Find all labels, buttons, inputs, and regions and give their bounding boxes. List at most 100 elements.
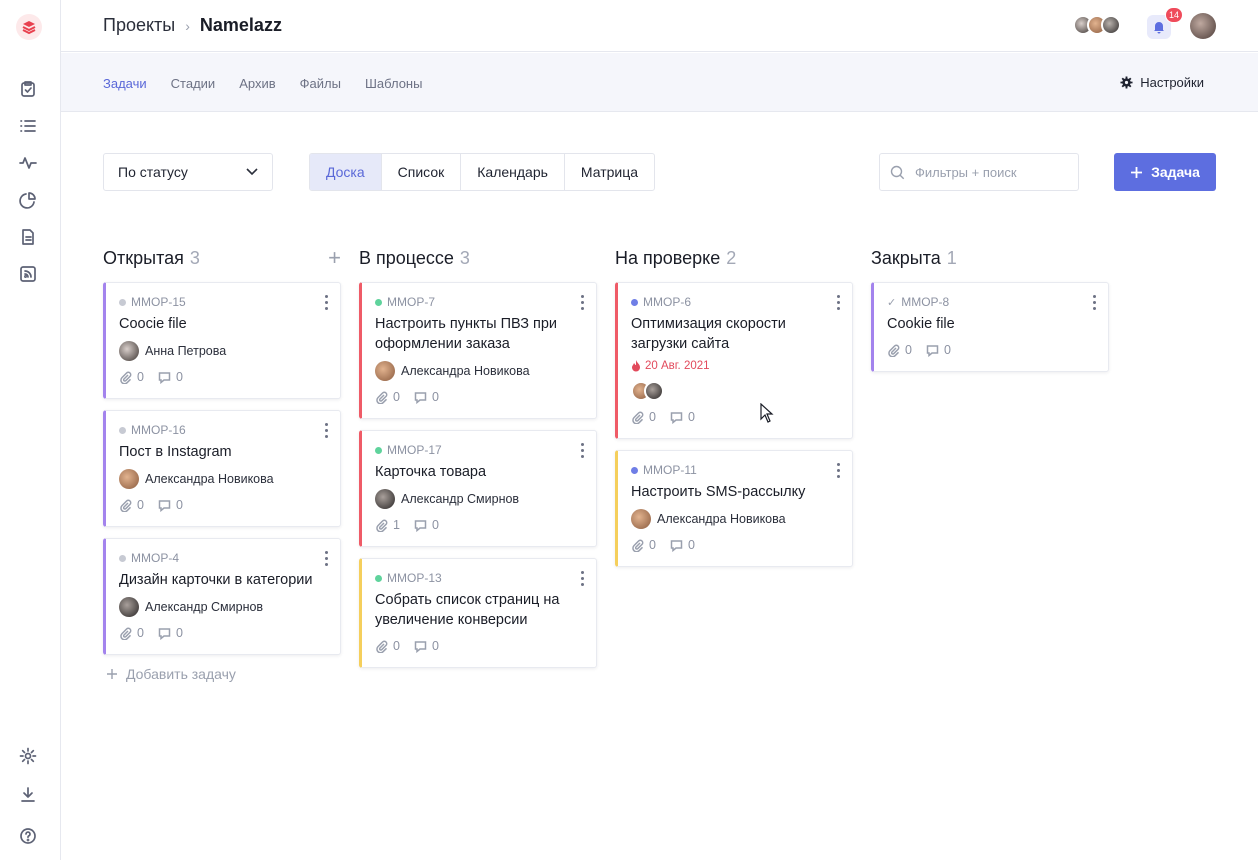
tab-4[interactable]: Шаблоны xyxy=(365,76,423,91)
status-dot xyxy=(119,298,126,306)
task-card[interactable]: MMOP-4 Дизайн карточки в категории Алексан… xyxy=(103,538,341,655)
card-menu-icon[interactable] xyxy=(325,423,329,438)
group-by-select[interactable]: По статусу xyxy=(103,153,273,191)
activity-icon[interactable] xyxy=(18,153,38,173)
attachments-value: 0 xyxy=(393,639,400,653)
task-id-text: MMOP-8 xyxy=(901,295,950,309)
task-title: Cookie file xyxy=(887,316,955,332)
paperclip-icon xyxy=(376,640,388,653)
column-header: На проверке 2 xyxy=(615,247,853,269)
paperclip-icon xyxy=(120,627,132,640)
pie-chart-icon[interactable] xyxy=(18,190,38,210)
task-card[interactable]: MMOP-11 Настроить SMS-рассылку Александра … xyxy=(615,450,853,567)
card-menu-icon[interactable] xyxy=(581,571,585,586)
status-dot xyxy=(119,554,126,562)
project-subnav: Задачи Стадии Архив Файлы Шаблоны Настройки xyxy=(61,53,1258,112)
avatar xyxy=(1101,15,1121,35)
attachments-count: 0 xyxy=(119,370,144,384)
task-title: Пост в Instagram xyxy=(119,444,232,460)
attachments-count: 0 xyxy=(119,626,144,640)
board-column: На проверке 2 MMOP-6 Оптимизация скорости з… xyxy=(615,247,853,578)
attachments-count: 0 xyxy=(887,343,912,357)
task-id: MMOP-15 xyxy=(119,295,326,309)
comments-value: 0 xyxy=(175,626,183,640)
app-logo[interactable] xyxy=(16,14,42,40)
gear-icon[interactable] xyxy=(18,746,38,766)
attachments-value: 0 xyxy=(905,343,912,357)
task-card[interactable]: MMOP-6 Оптимизация скорости загрузки сайт… xyxy=(615,282,853,439)
task-card[interactable]: MMOP-13 Собрать список страниц на увеличе… xyxy=(359,558,597,668)
paperclip-icon xyxy=(376,519,388,532)
add-task-link[interactable]: Добавить задачу xyxy=(103,666,341,682)
view-tab-1[interactable]: Список xyxy=(382,154,462,190)
comment-icon xyxy=(158,371,171,384)
task-card[interactable]: MMOP-16 Пост в Instagram Александра Новико… xyxy=(103,410,341,527)
card-menu-icon[interactable] xyxy=(1093,295,1097,310)
task-card[interactable]: MMOP-15 Coocie file Анна Петрова 0 0 xyxy=(103,282,341,399)
attachments-value: 0 xyxy=(137,370,144,384)
add-task-text: Добавить задачу xyxy=(126,666,236,682)
comment-icon xyxy=(414,391,427,404)
tab-2[interactable]: Архив xyxy=(239,76,275,91)
search-input[interactable] xyxy=(915,164,1065,180)
card-menu-icon[interactable] xyxy=(837,295,841,310)
rss-icon[interactable] xyxy=(18,264,38,284)
task-id: MMOP-4 xyxy=(119,551,326,565)
attachments-count: 0 xyxy=(375,390,400,404)
assignee: Александра Новикова xyxy=(119,469,326,489)
comment-icon xyxy=(926,344,939,357)
view-tab-3[interactable]: Матрица xyxy=(565,154,654,190)
comments-value: 0 xyxy=(431,518,439,532)
task-card[interactable]: ✓ MMOP-8 Cookie file 0 0 xyxy=(871,282,1109,372)
comment-icon xyxy=(414,640,427,653)
task-card[interactable]: MMOP-17 Карточка товара Александр Смирнов 1… xyxy=(359,430,597,547)
breadcrumb-projects-link[interactable]: Проекты xyxy=(103,15,175,36)
card-menu-icon[interactable] xyxy=(581,295,585,310)
comments-count: 0 xyxy=(414,390,439,404)
column-header: Открытая 3 + xyxy=(103,245,341,271)
column-count: 2 xyxy=(726,247,737,268)
avatar xyxy=(375,489,395,509)
card-menu-icon[interactable] xyxy=(837,463,841,478)
task-title: Оптимизация скорости загрузки сайта xyxy=(631,316,786,352)
add-card-plus-icon[interactable]: + xyxy=(328,245,341,271)
logo-icon xyxy=(22,21,36,35)
attachments-value: 0 xyxy=(649,538,656,552)
tab-1[interactable]: Стадии xyxy=(171,76,216,91)
project-tabs: Задачи Стадии Архив Файлы Шаблоны xyxy=(103,76,422,91)
download-icon[interactable] xyxy=(18,785,38,805)
assignee-name: Александра Новикова xyxy=(401,364,530,378)
card-menu-icon[interactable] xyxy=(581,443,585,458)
task-title: Coocie file xyxy=(119,316,187,332)
card-menu-icon[interactable] xyxy=(325,551,329,566)
comments-value: 0 xyxy=(943,343,951,357)
tab-0[interactable]: Задачи xyxy=(103,76,147,91)
view-tab-0[interactable]: Доска xyxy=(310,154,382,190)
column-title: На проверке xyxy=(615,247,721,268)
card-menu-icon[interactable] xyxy=(325,295,329,310)
column-header: Закрыта 1 xyxy=(871,247,1109,269)
search-box[interactable] xyxy=(879,153,1079,191)
settings-button[interactable]: Настройки xyxy=(1120,75,1204,90)
board-column: Открытая 3 + MMOP-15 Coocie file Анна Петрова… xyxy=(103,245,341,682)
project-members[interactable] xyxy=(1073,15,1121,35)
avatar xyxy=(119,597,139,617)
view-tab-2[interactable]: Календарь xyxy=(461,154,565,190)
status-dot xyxy=(119,426,126,434)
list-icon[interactable] xyxy=(18,116,38,136)
user-avatar[interactable] xyxy=(1190,13,1216,39)
status-dot xyxy=(631,298,638,306)
tasks-clipboard-icon[interactable] xyxy=(18,79,38,99)
group-by-value: По статусу xyxy=(118,164,188,180)
task-card[interactable]: MMOP-7 Настроить пункты ПВЗ при оформлени… xyxy=(359,282,597,419)
add-task-button[interactable]: Задача xyxy=(1114,153,1216,191)
tab-3[interactable]: Файлы xyxy=(300,76,341,91)
task-id: MMOP-11 xyxy=(631,463,838,477)
attachments-value: 0 xyxy=(137,498,144,512)
view-switcher: Доска Список Календарь Матрица xyxy=(309,153,656,191)
plus-icon xyxy=(1131,166,1143,178)
help-icon[interactable] xyxy=(18,826,38,846)
assignee: Александра Новикова xyxy=(375,361,582,381)
document-icon[interactable] xyxy=(18,227,38,247)
column-title: Закрыта xyxy=(871,247,941,268)
